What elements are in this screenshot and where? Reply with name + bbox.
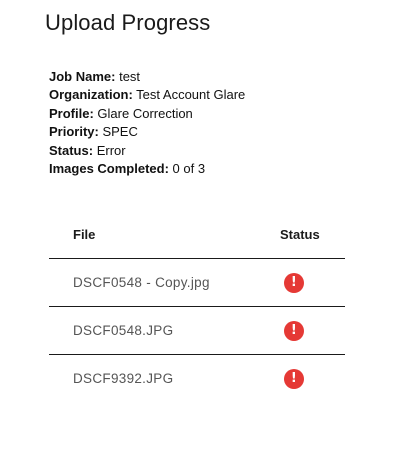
file-name: DSCF9392.JPG [73,371,174,386]
status-cell: ! [249,272,345,293]
status-label: Status: [49,142,94,158]
table-header: File Status [49,210,345,259]
priority-row: Priority: SPEC [49,123,245,141]
file-name: DSCF0548 - Copy.jpg [73,275,210,290]
priority-value: SPEC [102,124,138,140]
job-name-row: Job Name: test [49,68,245,86]
status-cell: ! [249,320,345,341]
profile-label: Profile: [49,105,94,121]
profile-row: Profile: Glare Correction [49,105,245,123]
organization-row: Organization: Test Account Glare [49,86,245,104]
file-table: File Status DSCF0548 - Copy.jpg ! DSCF05… [49,210,345,402]
job-details: Job Name: test Organization: Test Accoun… [49,68,245,178]
page-title: Upload Progress [45,10,211,35]
images-completed-value: 0 of 3 [172,161,206,177]
job-name-label: Job Name: [49,69,116,84]
table-row: DSCF0548 - Copy.jpg ! [49,259,345,307]
profile-value: Glare Correction [97,105,193,121]
file-column-header: File [73,226,96,242]
error-icon: ! [284,368,304,389]
status-cell: ! [249,368,345,389]
priority-label: Priority: [49,124,99,140]
status-column-header: Status [280,226,320,242]
images-completed-label: Images Completed: [49,161,169,177]
status-row: Status: Error [49,142,245,160]
table-row: DSCF0548.JPG ! [49,307,345,355]
status-value: Error [96,142,126,158]
error-icon: ! [284,320,304,341]
organization-label: Organization: [49,87,133,103]
organization-value: Test Account Glare [136,87,246,103]
images-completed-row: Images Completed: 0 of 3 [49,160,245,178]
job-name-value: test [119,69,141,84]
file-name: DSCF0548.JPG [73,323,174,338]
error-icon: ! [284,272,304,293]
table-row: DSCF9392.JPG ! [49,355,345,402]
